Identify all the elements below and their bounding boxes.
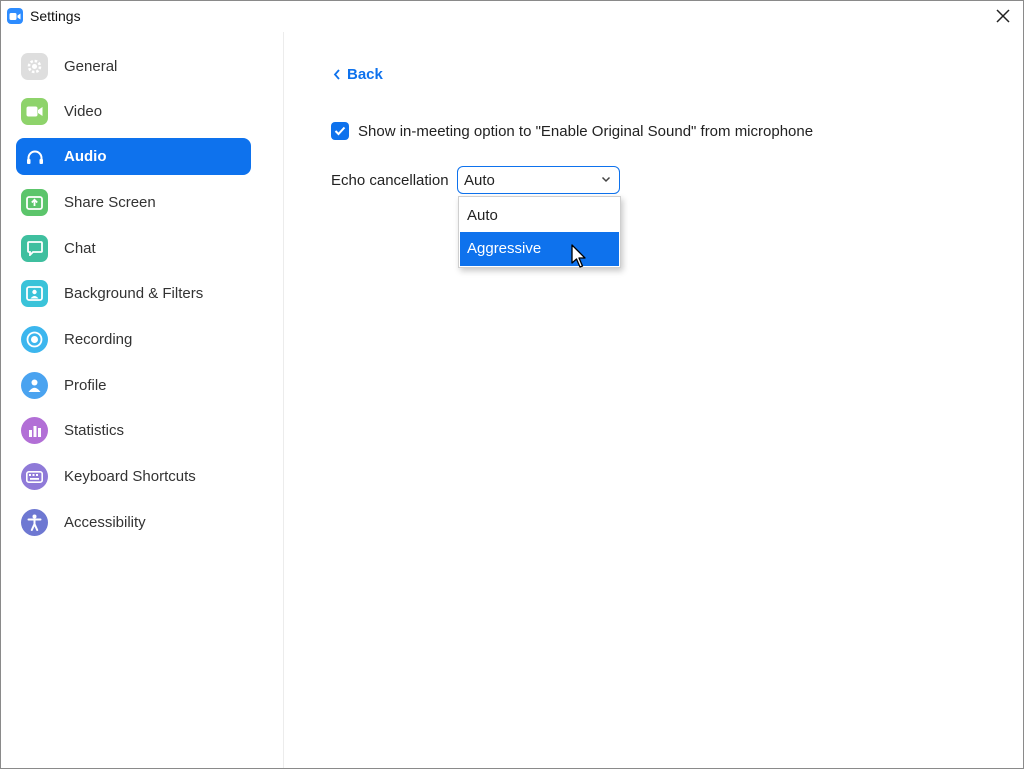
close-button[interactable] (991, 4, 1015, 28)
gear-icon (21, 53, 48, 80)
echo-cancellation-value: Auto (464, 172, 495, 189)
original-sound-label: Show in-meeting option to "Enable Origin… (358, 122, 814, 140)
back-link[interactable]: Back (333, 66, 383, 83)
sidebar-item-label: Profile (64, 377, 107, 394)
echo-cancellation-label: Echo cancellation (331, 172, 449, 189)
sidebar-item-label: Recording (64, 331, 133, 348)
sidebar-item-label: Keyboard Shortcuts (64, 468, 196, 485)
sidebar-item-general[interactable]: General (16, 48, 251, 85)
sidebar-item-statistics[interactable]: Statistics (16, 412, 251, 449)
sidebar-item-accessibility[interactable]: Accessibility (16, 504, 251, 541)
sidebar-item-audio[interactable]: Audio (16, 138, 251, 175)
settings-sidebar: General Video Audio Share Screen Chat Ba… (1, 32, 284, 768)
chat-bubble-icon (21, 235, 48, 262)
sidebar-item-label: Video (64, 103, 103, 120)
bar-chart-icon (21, 417, 48, 444)
keyboard-icon (21, 463, 48, 490)
headphones-icon (21, 143, 48, 170)
sidebar-item-label: Chat (64, 240, 96, 257)
checkmark-icon (334, 126, 346, 136)
sidebar-item-background-filters[interactable]: Background & Filters (16, 275, 251, 312)
audio-settings-panel: Back Show in-meeting option to "Enable O… (285, 32, 1023, 768)
sidebar-item-label: Background & Filters (64, 285, 204, 302)
sidebar-item-profile[interactable]: Profile (16, 367, 251, 404)
sidebar-item-chat[interactable]: Chat (16, 230, 251, 267)
share-screen-icon (21, 189, 48, 216)
profile-icon (21, 372, 48, 399)
original-sound-option: Show in-meeting option to "Enable Origin… (331, 122, 813, 140)
sidebar-item-share-screen[interactable]: Share Screen (16, 184, 251, 221)
echo-cancellation-dropdown: Auto Aggressive (458, 196, 621, 268)
chevron-down-icon (601, 176, 611, 183)
sidebar-item-keyboard-shortcuts[interactable]: Keyboard Shortcuts (16, 458, 251, 495)
original-sound-checkbox[interactable] (331, 122, 349, 140)
sidebar-item-video[interactable]: Video (16, 93, 251, 130)
option-aggressive[interactable]: Aggressive (460, 232, 619, 266)
window-title: Settings (30, 8, 81, 24)
close-icon (996, 9, 1010, 23)
chevron-left-icon (333, 69, 340, 80)
back-label: Back (347, 66, 383, 83)
sidebar-item-label: Accessibility (64, 514, 146, 531)
sidebar-item-label: Share Screen (64, 194, 156, 211)
sidebar-item-label: Audio (64, 148, 107, 165)
sidebar-item-label: Statistics (64, 422, 125, 439)
sidebar-item-label: General (64, 58, 118, 75)
background-person-icon (21, 280, 48, 307)
zoom-app-icon (7, 8, 23, 24)
title-bar: Settings (1, 1, 1023, 32)
video-camera-icon (21, 98, 48, 125)
mouse-pointer-icon (571, 244, 586, 268)
option-auto[interactable]: Auto (460, 199, 619, 233)
echo-cancellation-select[interactable]: Auto (457, 166, 620, 194)
record-icon (21, 326, 48, 353)
settings-window: Settings General Video Audio Share Scree… (0, 0, 1024, 769)
accessibility-icon (21, 509, 48, 536)
sidebar-item-recording[interactable]: Recording (16, 321, 251, 358)
